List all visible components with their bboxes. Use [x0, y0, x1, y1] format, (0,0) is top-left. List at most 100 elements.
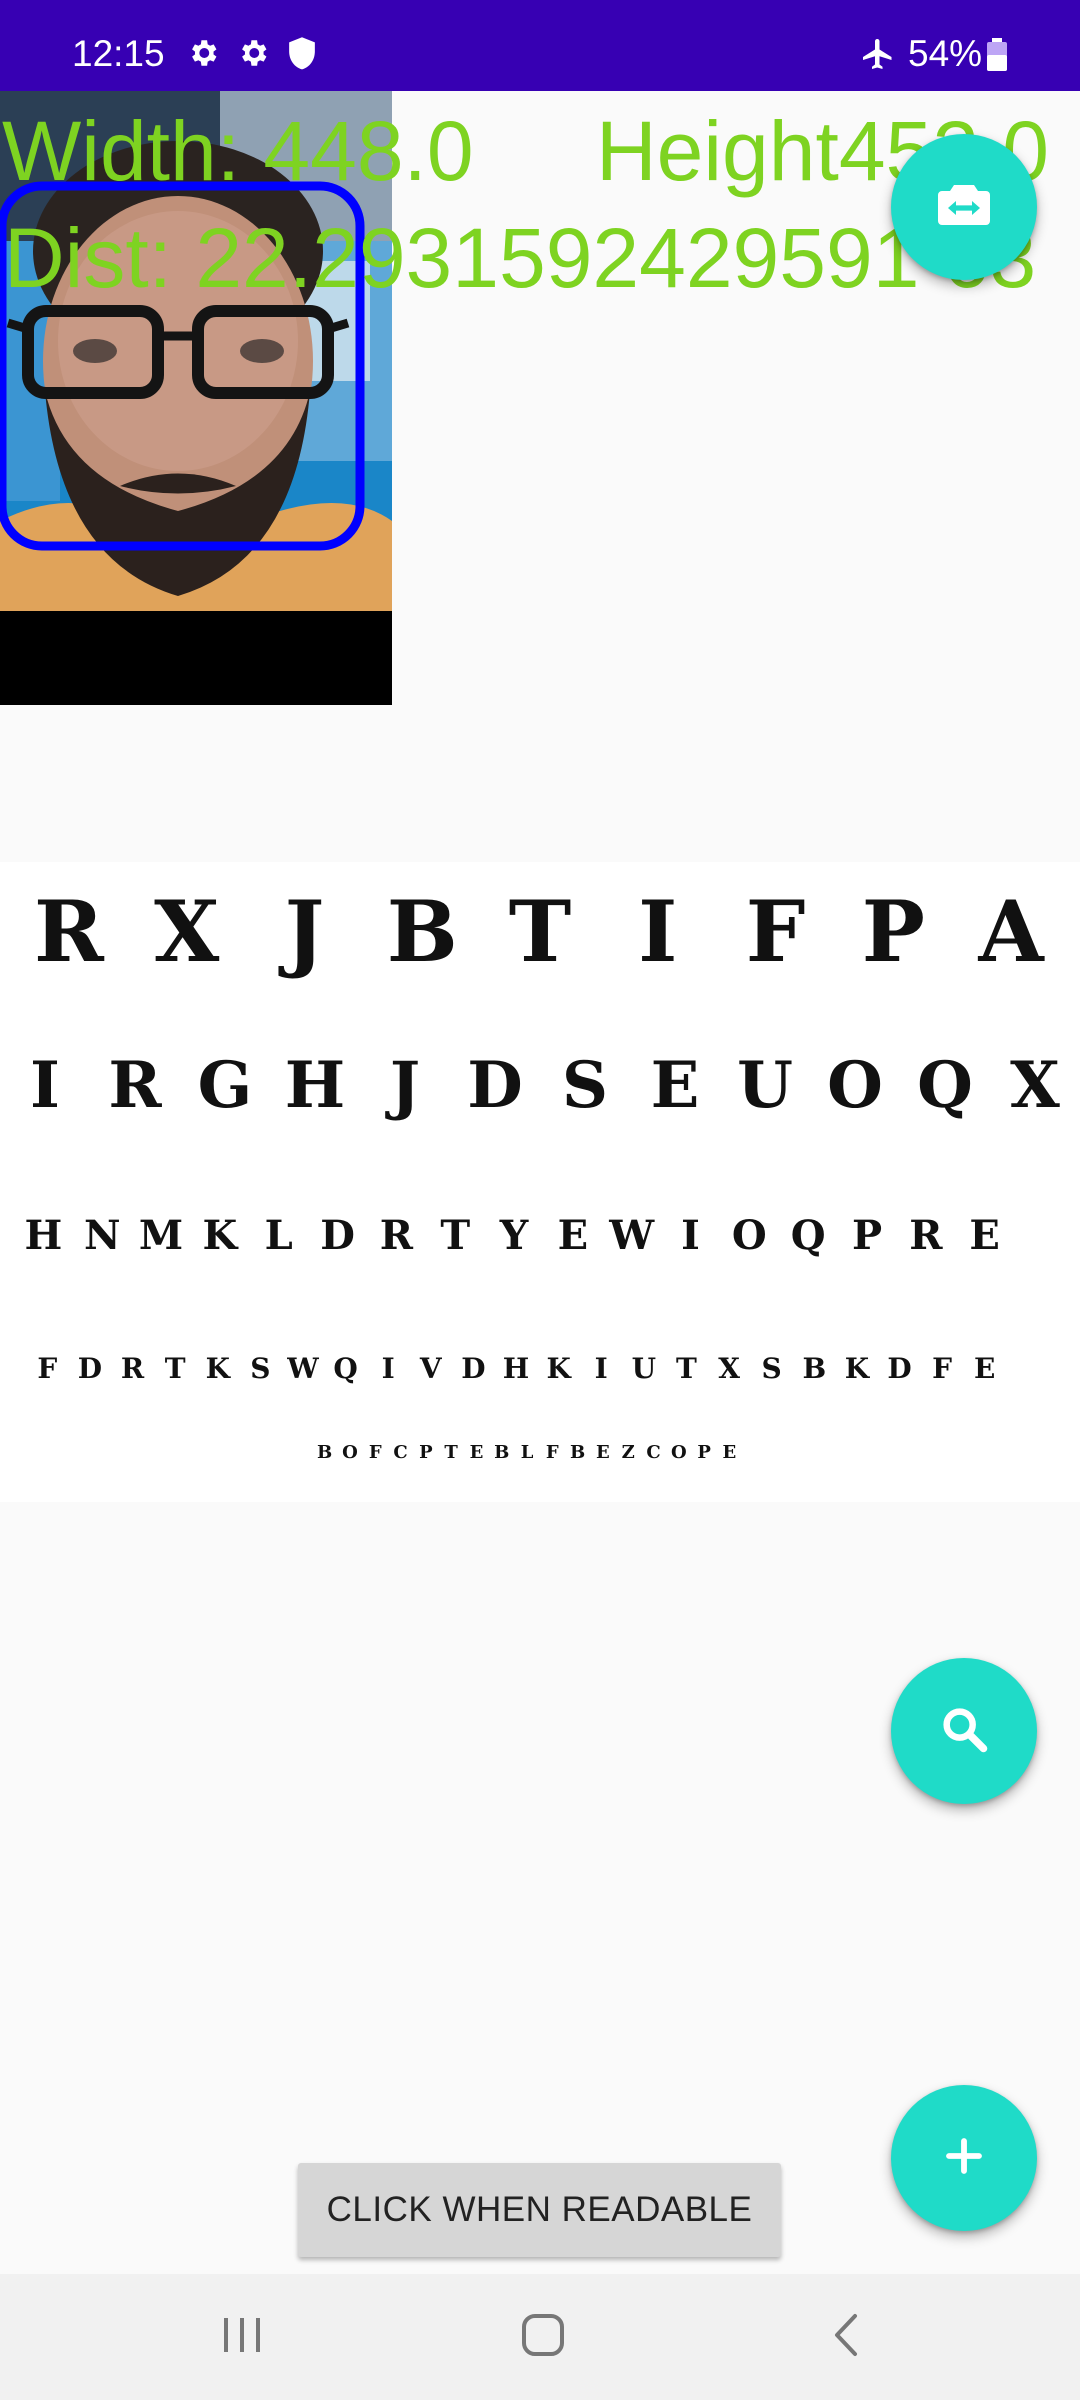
chart-letter: T — [164, 1352, 186, 1385]
chart-letter: U — [631, 1352, 657, 1385]
chart-letter: D — [461, 1352, 486, 1385]
chart-letter: C — [646, 1442, 661, 1463]
chart-letter: H — [502, 1352, 530, 1385]
chart-letter: O — [342, 1442, 358, 1463]
chart-letter: Q — [333, 1352, 358, 1385]
chart-letter: R — [33, 882, 104, 981]
chart-letter: L — [264, 1212, 293, 1259]
chart-letter: F — [745, 882, 806, 981]
chart-letter: K — [205, 1352, 230, 1385]
chart-letter: D — [467, 1048, 523, 1123]
chart-letter: P — [861, 882, 925, 981]
chart-letter: D — [320, 1212, 355, 1259]
chart-letter: K — [844, 1352, 870, 1385]
chart-letter: X — [154, 882, 220, 981]
home-button[interactable] — [473, 2274, 613, 2400]
switch-camera-button[interactable] — [891, 134, 1037, 280]
chart-letter: D — [887, 1352, 912, 1385]
recent-apps-button[interactable] — [172, 2274, 312, 2400]
status-time: 12:15 — [72, 33, 165, 74]
chart-letter: T — [444, 1442, 458, 1463]
chart-letter: N — [83, 1212, 121, 1259]
chart-letter: I — [681, 1212, 700, 1259]
chart-letter: R — [909, 1212, 943, 1259]
chart-letter: Z — [621, 1442, 635, 1463]
chart-letter: D — [77, 1352, 103, 1385]
chart-letter: F — [545, 1442, 559, 1463]
shield-icon — [286, 36, 318, 77]
chart-letter: E — [722, 1442, 737, 1463]
status-bar: 12:15 54% — [0, 0, 1080, 91]
airplane-icon — [860, 36, 896, 77]
chart-letter: B — [802, 1352, 827, 1385]
chart-letter: B — [494, 1442, 510, 1463]
chart-letter: T — [508, 882, 572, 981]
chart-letter: F — [37, 1352, 58, 1385]
chart-letter: Q — [917, 1048, 973, 1123]
chart-letter: U — [737, 1048, 793, 1123]
chart-letter: K — [202, 1212, 238, 1259]
chart-letter: S — [250, 1352, 271, 1385]
search-button[interactable] — [891, 1658, 1037, 1804]
search-icon — [938, 1703, 990, 1760]
chart-letter: B — [386, 882, 458, 981]
chart-letter: I — [638, 882, 678, 981]
chart-letter: T — [676, 1352, 697, 1385]
settings-icon — [186, 36, 220, 75]
chart-letter: W — [287, 1352, 319, 1385]
chart-letter: Q — [790, 1212, 826, 1259]
chart-letter: J — [389, 1048, 421, 1123]
chart-letter: S — [761, 1352, 782, 1385]
navigation-bar — [0, 2274, 1080, 2400]
chart-letter: R — [120, 1352, 145, 1385]
chart-letter: L — [520, 1442, 534, 1463]
chart-letter: E — [969, 1212, 1000, 1259]
chart-letter: A — [978, 882, 1044, 981]
chart-letter: F — [368, 1442, 382, 1463]
chart-letter: E — [469, 1442, 484, 1463]
chart-letter: R — [379, 1212, 413, 1259]
face-width-label: Width: 448.0 — [2, 104, 474, 198]
chart-letter: G — [197, 1048, 253, 1123]
chart-letter: P — [851, 1212, 883, 1259]
chart-letter: X — [718, 1352, 740, 1385]
add-button[interactable] — [891, 2085, 1037, 2231]
chart-letter: Y — [499, 1212, 529, 1259]
chart-letter: I — [594, 1352, 608, 1385]
chart-letter: X — [1010, 1048, 1060, 1123]
chart-letter: O — [731, 1212, 767, 1259]
chart-letter: I — [30, 1048, 60, 1123]
eye-chart: RXJBTIFPA IRGHJDSEUOQX HNMKLDRTYEWIOQPRE… — [0, 862, 1080, 1502]
back-button[interactable] — [776, 2274, 916, 2400]
chart-letter: H — [24, 1212, 63, 1259]
recent-apps-icon — [220, 2314, 264, 2361]
chart-letter: O — [827, 1048, 883, 1123]
chart-row-1: RXJBTIFPA — [0, 882, 1070, 981]
chart-letter: H — [284, 1048, 346, 1123]
chart-letter: B — [570, 1442, 586, 1463]
click-when-readable-button[interactable]: CLICK WHEN READABLE — [298, 2163, 781, 2257]
chart-letter: O — [670, 1442, 687, 1463]
chart-letter: T — [440, 1212, 471, 1259]
distance-label: Dist: 22.2931592429591 63 — [4, 211, 1037, 305]
chart-letter: J — [284, 882, 325, 981]
chart-letter: V — [419, 1352, 442, 1385]
chart-row-3: HNMKLDRTYEWIOQPRE — [0, 1212, 1014, 1259]
battery-percent: 54% — [908, 33, 983, 74]
chart-letter: S — [561, 1048, 609, 1123]
chart-row-2: IRGHJDSEUOQX — [0, 1048, 1080, 1123]
home-icon — [520, 2312, 566, 2363]
chart-letter: E — [596, 1442, 610, 1463]
battery-icon — [986, 38, 1008, 77]
chart-letter: E — [650, 1048, 700, 1123]
chart-row-5: BOFCPTEBLFBEZCOPE — [0, 1442, 742, 1463]
switch-camera-icon — [936, 181, 992, 234]
chart-letter: E — [557, 1212, 589, 1259]
chart-letter: P — [419, 1442, 433, 1463]
chart-letter: W — [609, 1212, 655, 1259]
chart-letter: P — [697, 1442, 711, 1463]
back-icon — [831, 2312, 861, 2363]
chart-letter: F — [932, 1352, 953, 1385]
chart-letter: B — [317, 1442, 333, 1463]
chart-row-4: FDRTKSWQIVDHKIUTXSBKDFE — [0, 1352, 1006, 1385]
